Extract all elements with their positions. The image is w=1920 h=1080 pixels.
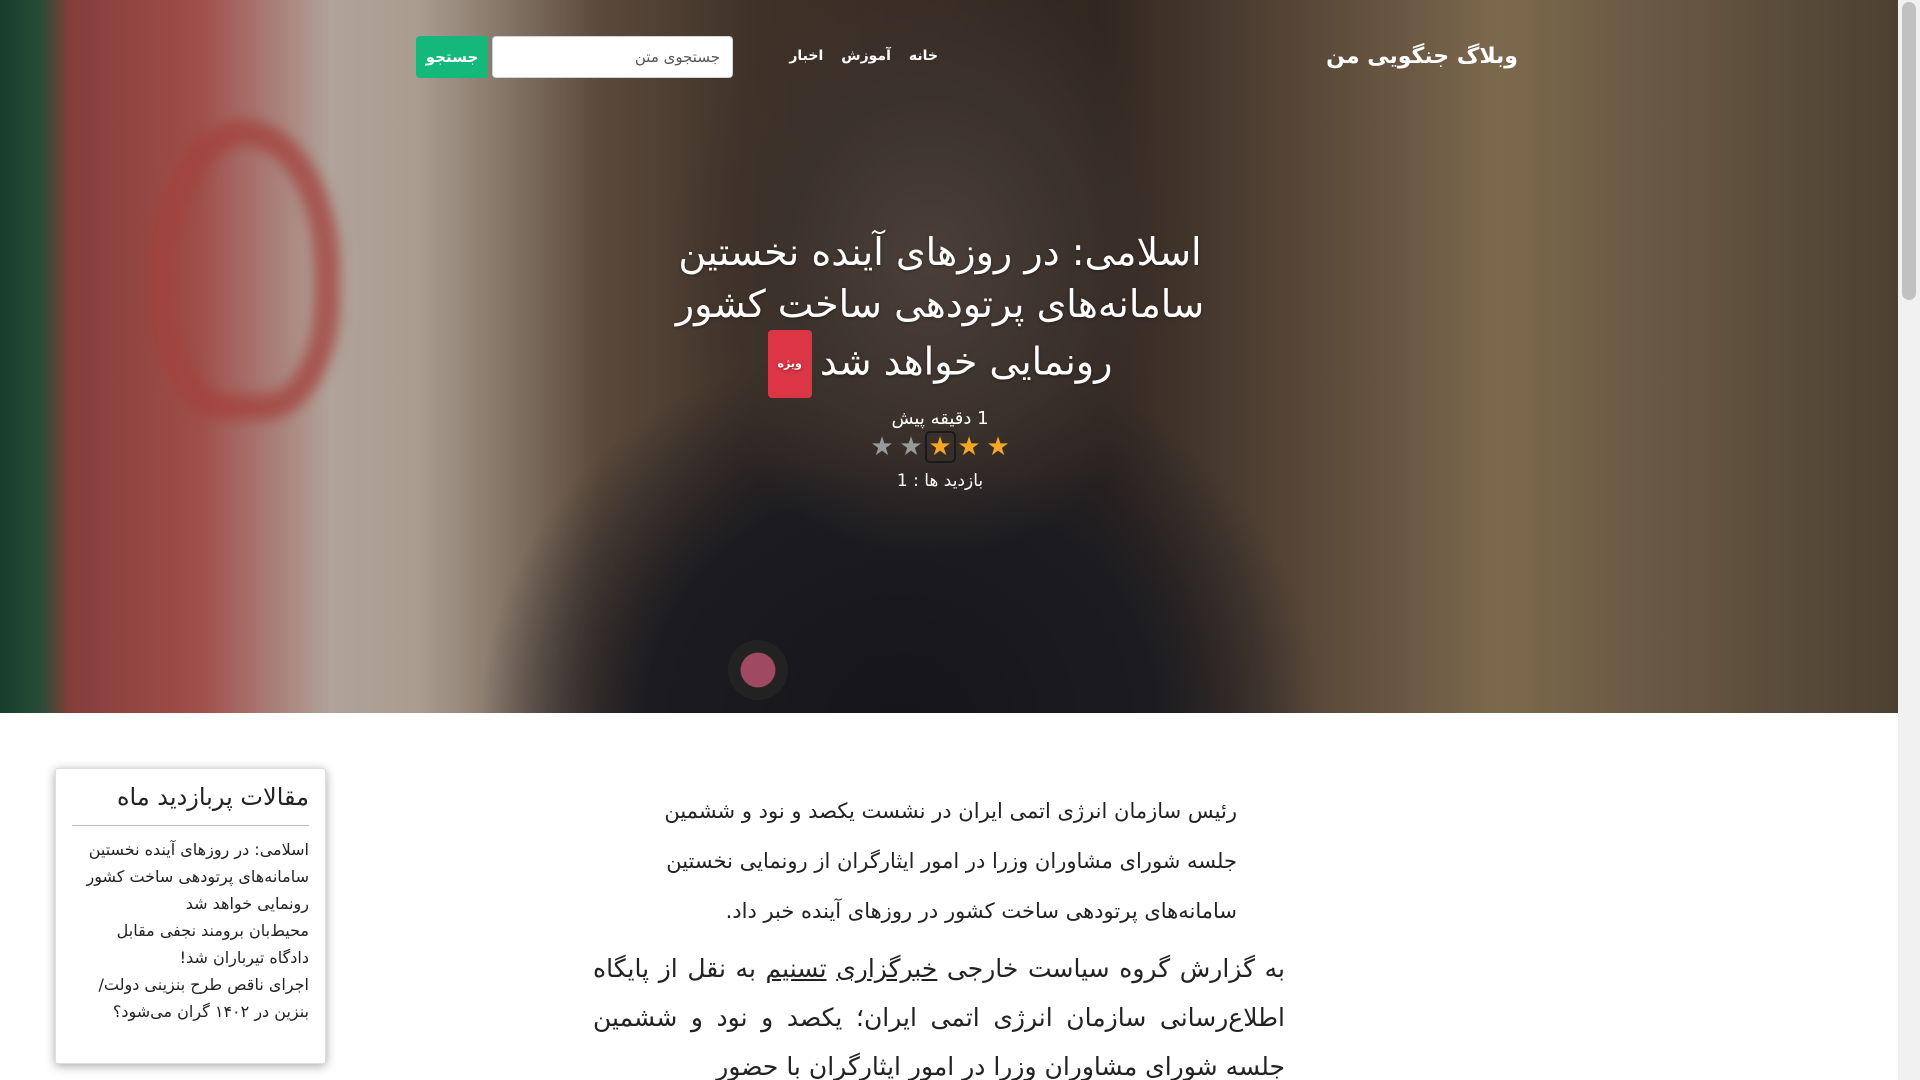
post-header: اسلامی: در روزهای آینده نخستین سامانه‌ها… [640,226,1240,491]
star-icon[interactable]: ★ [985,433,1012,461]
star-icon[interactable]: ★ [869,433,896,461]
brand-logo[interactable]: وبلاگ جنگویی من [1326,44,1518,69]
view-count: بازدید ها : 1 [896,471,984,491]
search-input[interactable] [492,36,733,78]
popular-article-item[interactable]: اسلامی: در روزهای آینده نخستین سامانه‌ها… [72,836,309,917]
tasnim-link[interactable]: تسنیم [766,954,827,983]
article-body: رئیس سازمان انرژی اتمی ایران در نشست یکص… [593,786,1285,1080]
post-title-text: اسلامی: در روزهای آینده نخستین سامانه‌ها… [675,230,1205,384]
star-icon[interactable]: ★ [898,433,925,461]
search-form: جستجو [416,36,733,78]
sidebar-title: مقالات پربازدید ماه [72,783,309,826]
scrollbar-thumb[interactable] [1902,2,1916,300]
article-lead: رئیس سازمان انرژی اتمی ایران در نشست یکص… [664,799,1237,923]
featured-badge: ویژه [767,330,812,398]
popular-articles-panel: مقالات پربازدید ماه اسلامی: در روزهای آی… [55,768,326,1064]
navbar: وبلاگ جنگویی من خانه آموزش اخبار جستجو [0,0,1898,114]
popular-articles-list: اسلامی: در روزهای آینده نخستین سامانه‌ها… [72,836,309,1025]
article-paragraph: به گزارش گروه سیاست خارجی خبرگزاری تسنیم… [593,944,1285,1080]
rating-stars: ★ ★ ★ ★ ★ [640,431,1240,463]
post-title: اسلامی: در روزهای آینده نخستین سامانه‌ها… [640,226,1240,398]
nav-link-home[interactable]: خانه [909,48,938,64]
popular-article-item[interactable]: اجرای ناقص طرح بنزینی دولت/ بنزین در ۱۴۰… [72,971,310,1025]
nav-link-tutorials[interactable]: آموزش [841,48,891,64]
page-scrollbar[interactable] [1898,0,1920,1080]
star-icon[interactable]: ★ [956,433,983,461]
search-button[interactable]: جستجو [416,36,488,78]
nav-links: خانه آموزش اخبار [789,48,938,64]
popular-article-item[interactable]: محیط‌بان برومند نجفی مقابل دادگاه تیربار… [72,917,309,971]
post-time: 1 دقیقه پیش [891,408,989,429]
news-agency-link[interactable]: خبرگزاری [836,954,937,983]
paragraph-text: به گزارش گروه سیاست خارجی [937,954,1285,983]
nav-link-news[interactable]: اخبار [789,48,823,64]
star-icon[interactable]: ★ [924,431,956,463]
